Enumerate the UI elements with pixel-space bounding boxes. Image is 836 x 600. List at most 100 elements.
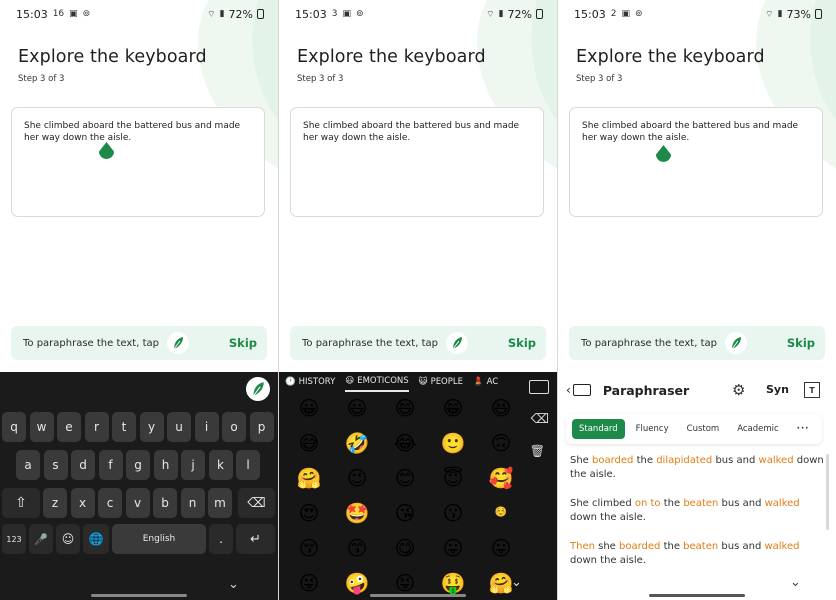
emoji-item[interactable]: 😚	[299, 536, 320, 560]
gear-icon[interactable]: ⚙	[732, 381, 745, 399]
emoji-item[interactable]: 😘	[395, 501, 416, 525]
key-t[interactable]: t	[112, 412, 136, 442]
mic-icon[interactable]: 🎤	[29, 524, 53, 554]
mode-standard[interactable]: Standard	[572, 419, 625, 439]
emoji-item[interactable]: 🤗	[297, 466, 322, 490]
key-d[interactable]: d	[71, 450, 95, 480]
paraphrase-toolbar-button[interactable]	[246, 377, 270, 401]
emoji-item[interactable]: 😉	[347, 466, 368, 490]
paraphrase-leaf-button[interactable]	[445, 332, 468, 354]
key-m[interactable]: m	[208, 488, 232, 518]
emoji-item[interactable]: 😃	[347, 396, 368, 420]
numbers-key[interactable]: 123	[2, 524, 26, 554]
text-area[interactable]: She climbed aboard the battered bus and …	[11, 107, 265, 217]
emoji-item[interactable]: 🙂	[441, 431, 466, 455]
key-g[interactable]: g	[126, 450, 150, 480]
emoji-item[interactable]: 😙	[347, 536, 368, 560]
emoji-item[interactable]: 🤣	[345, 431, 370, 455]
period-key[interactable]: .	[209, 524, 233, 554]
key-w[interactable]: w	[29, 412, 54, 442]
emoji-item[interactable]: 🤑	[441, 571, 466, 595]
key-v[interactable]: v	[125, 488, 150, 518]
emoji-item[interactable]: 😜	[299, 571, 320, 595]
emoji-item[interactable]: 🤪	[345, 571, 370, 595]
key-p[interactable]: p	[249, 412, 274, 442]
chevron-down-icon[interactable]: ⌄	[228, 577, 239, 592]
back-chevron-icon[interactable]: ‹	[566, 383, 571, 397]
emoji-item[interactable]: 😛	[443, 536, 464, 560]
key-e[interactable]: e	[57, 412, 81, 442]
emoji-item[interactable]: 😆	[491, 396, 512, 420]
text-area[interactable]: She climbed aboard the battered bus and …	[290, 107, 544, 217]
key-k[interactable]: k	[208, 450, 233, 480]
battery-percent: 72%	[228, 7, 253, 21]
keyboard-icon[interactable]	[572, 384, 591, 396]
emoji-item[interactable]: 😗	[443, 501, 464, 525]
emoji-item[interactable]: 😋	[395, 536, 416, 560]
cursor-drop-handle[interactable]	[656, 145, 671, 164]
key-l[interactable]: l	[236, 450, 260, 480]
paraphrase-leaf-button[interactable]	[724, 332, 747, 354]
key-s[interactable]: s	[43, 450, 68, 480]
key-b[interactable]: b	[153, 488, 177, 518]
backspace-icon[interactable]: ⌫	[531, 412, 549, 427]
chevron-down-icon[interactable]: ⌄	[790, 575, 801, 590]
text-frame-icon[interactable]: T	[804, 382, 820, 398]
emoji-item[interactable]: 😇	[443, 466, 464, 490]
emoji-item[interactable]: 😂	[393, 431, 416, 455]
skip-button[interactable]: Skip	[229, 336, 257, 350]
key-o[interactable]: o	[222, 412, 246, 442]
emoji-item[interactable]: 😊	[395, 466, 416, 490]
skip-button[interactable]: Skip	[508, 336, 536, 350]
tab-label: AC	[486, 377, 499, 387]
changed-word: walked	[764, 541, 800, 552]
emoji-item[interactable]: ☺️	[495, 507, 507, 518]
mode-custom[interactable]: Custom	[680, 419, 727, 439]
key-j[interactable]: j	[181, 450, 205, 480]
keyboard-switch-icon[interactable]	[529, 380, 549, 394]
emoji-item[interactable]: 🤗	[489, 571, 514, 595]
delete-bin-icon[interactable]: 🗑	[530, 444, 545, 458]
backspace-key[interactable]: ⌫	[238, 488, 275, 518]
key-x[interactable]: x	[70, 488, 95, 518]
skip-button[interactable]: Skip	[787, 336, 815, 350]
emoji-item[interactable]: 😅	[299, 431, 320, 455]
scrollbar[interactable]	[826, 454, 829, 530]
key-n[interactable]: n	[180, 488, 205, 518]
key-c[interactable]: c	[98, 488, 122, 518]
emoji-key[interactable]: ☺	[56, 524, 80, 554]
emoji-item[interactable]: 😝	[395, 571, 416, 595]
space-bar[interactable]: English	[112, 524, 206, 554]
emoji-item[interactable]: 😄	[395, 396, 416, 420]
key-f[interactable]: f	[98, 450, 123, 480]
emoji-item[interactable]: 🤩	[345, 501, 370, 525]
mode-academic[interactable]: Academic	[730, 419, 786, 439]
key-u[interactable]: u	[167, 412, 191, 442]
synonyms-button[interactable]: Syn	[766, 383, 789, 396]
shift-key[interactable]: ⇧	[2, 488, 40, 518]
emoji-item[interactable]: 😍	[299, 501, 320, 525]
emoji-item[interactable]: 😀	[299, 396, 320, 420]
emoji-item[interactable]: 🙃	[491, 431, 512, 455]
enter-key[interactable]: ↵	[236, 524, 275, 554]
key-y[interactable]: y	[139, 412, 164, 442]
more-options-icon[interactable]: ···	[790, 419, 817, 439]
mode-fluency[interactable]: Fluency	[629, 419, 676, 439]
text-area[interactable]: She climbed aboard the battered bus and …	[569, 107, 823, 217]
key-q[interactable]: q	[2, 412, 26, 442]
key-z[interactable]: z	[43, 488, 67, 518]
cursor-drop-handle[interactable]	[99, 142, 114, 161]
paraphrase-leaf-button[interactable]	[166, 332, 189, 354]
key-a[interactable]: a	[16, 450, 40, 480]
key-r[interactable]: r	[84, 412, 109, 442]
emoji-item[interactable]: 😛	[491, 536, 512, 560]
key-h[interactable]: h	[153, 450, 178, 480]
emoji-item[interactable]: 😁	[443, 396, 464, 420]
chevron-down-icon[interactable]: ⌄	[511, 575, 522, 590]
paraphrase-suggestion[interactable]: She climbed on to the beaten bus and wal…	[570, 497, 824, 525]
paraphrase-suggestion[interactable]: Then she boarded the beaten bus and walk…	[570, 540, 824, 568]
key-i[interactable]: i	[194, 412, 219, 442]
globe-icon[interactable]: 🌐	[83, 524, 109, 554]
paraphrase-suggestion[interactable]: She boarded the dilapidated bus and walk…	[570, 454, 824, 482]
emoji-item[interactable]: 🥰	[489, 466, 514, 490]
